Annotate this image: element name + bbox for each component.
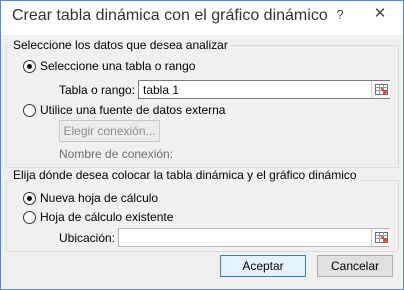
table-range-input[interactable]: tabla 1 (138, 80, 390, 99)
radio-select-table-indicator[interactable] (23, 59, 36, 73)
choose-connection-button[interactable]: Elegir conexión... (59, 120, 160, 142)
range-picker-icon (374, 232, 388, 243)
radio-external-source[interactable]: Utilice una fuente de datos externa (23, 102, 225, 118)
placement-group-title: Elija dónde desea colocar la tabla dinám… (11, 168, 359, 182)
radio-external-source-indicator[interactable] (23, 103, 36, 117)
data-source-group-title: Seleccione los datos que desea analizar (11, 38, 230, 52)
title-bar: Crear tabla dinámica con el gráfico diná… (1, 1, 403, 35)
table-range-label: Tabla o rango: (59, 83, 136, 97)
radio-select-table-label: Seleccione una tabla o rango (40, 59, 196, 73)
radio-select-table[interactable]: Seleccione una tabla o rango (23, 58, 195, 74)
cancel-button[interactable]: Cancelar (317, 255, 393, 277)
table-range-picker-button[interactable] (371, 81, 390, 98)
table-range-value: tabla 1 (143, 83, 180, 97)
radio-new-sheet-label: Nueva hoja de cálculo (40, 191, 159, 205)
range-picker-icon (374, 84, 388, 95)
dialog-content: Seleccione los datos que desea analizar … (1, 35, 403, 289)
radio-external-source-label: Utilice una fuente de datos externa (40, 103, 226, 117)
close-button[interactable]: ✕ (357, 2, 403, 26)
radio-existing-sheet[interactable]: Hoja de cálculo existente (23, 209, 173, 225)
location-picker-button[interactable] (371, 229, 390, 246)
radio-selected-dot (27, 63, 32, 69)
accept-button[interactable]: Aceptar (220, 255, 306, 277)
location-label: Ubicación: (59, 231, 116, 245)
radio-existing-sheet-indicator[interactable] (23, 210, 36, 224)
radio-existing-sheet-label: Hoja de cálculo existente (40, 210, 174, 224)
dialog-title: Crear tabla dinámica con el gráfico diná… (12, 7, 328, 24)
connection-name-label: Nombre de conexión: (59, 147, 174, 161)
location-input[interactable] (118, 228, 390, 247)
create-pivot-dialog: Crear tabla dinámica con el gráfico diná… (0, 0, 404, 290)
radio-new-sheet[interactable]: Nueva hoja de cálculo (23, 190, 158, 206)
radio-new-sheet-indicator[interactable] (23, 191, 36, 205)
help-button[interactable]: ? (331, 5, 349, 25)
radio-selected-dot (27, 195, 32, 201)
